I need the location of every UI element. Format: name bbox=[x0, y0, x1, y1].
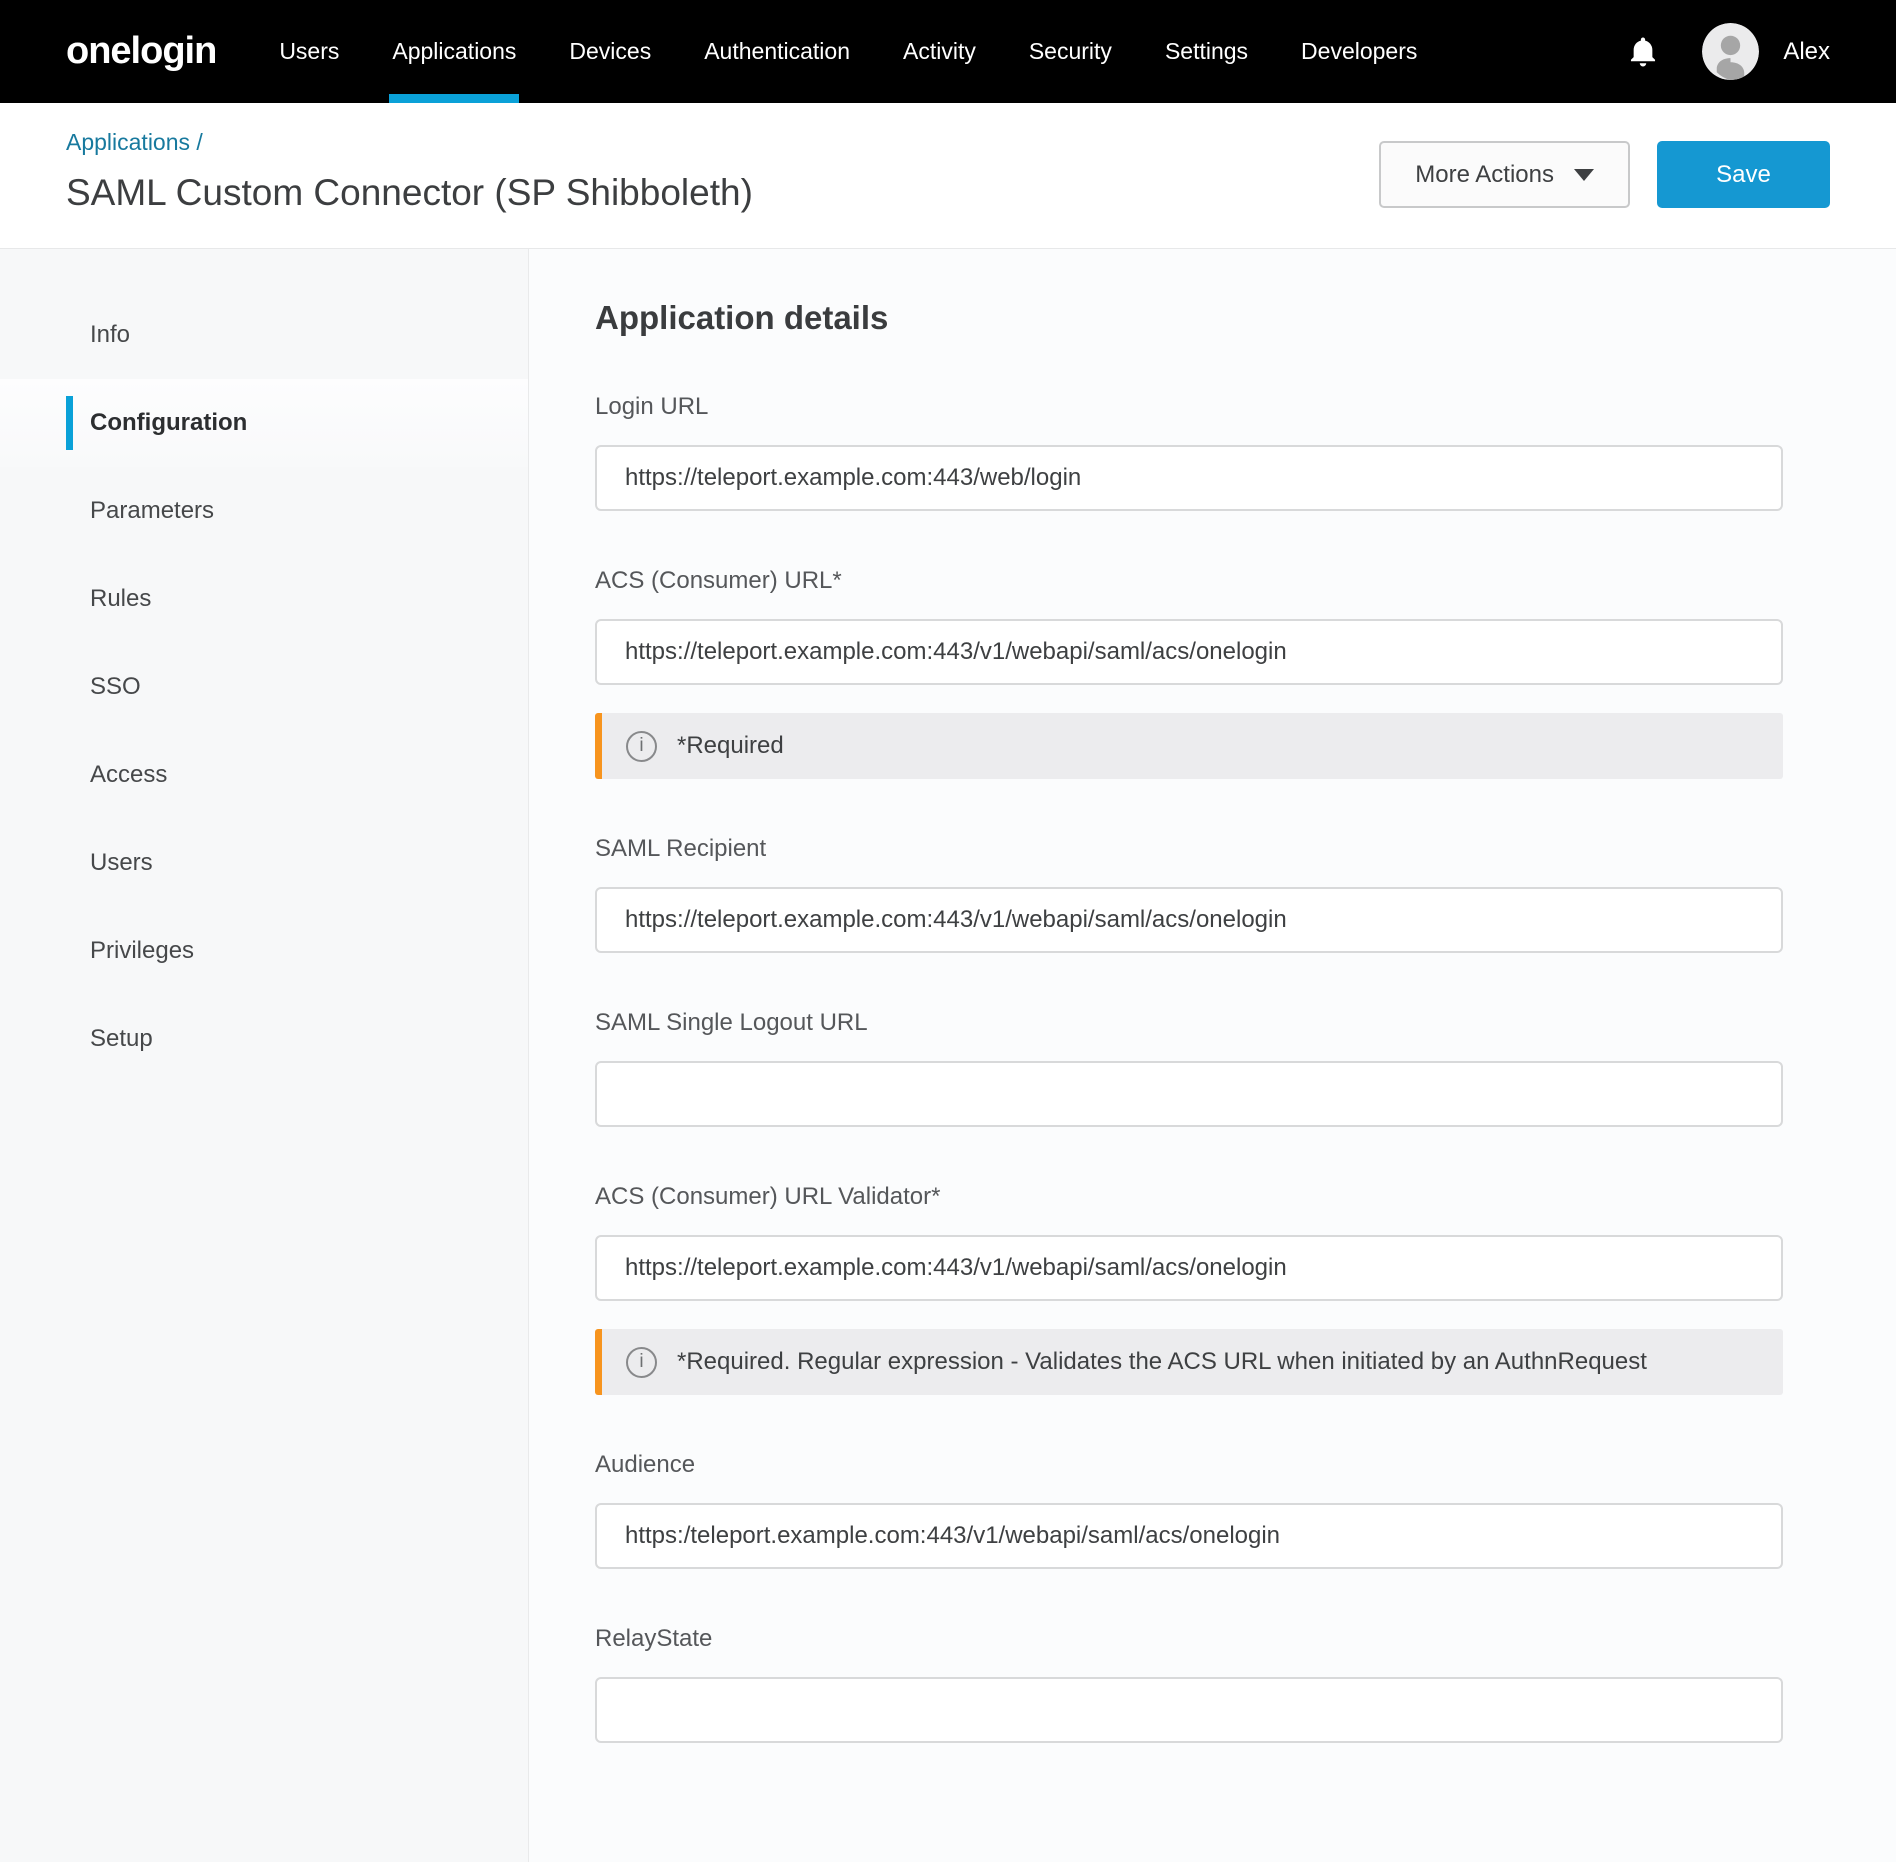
page-body: InfoConfigurationParametersRulesSSOAcces… bbox=[0, 248, 1896, 1862]
saml-single-logout-url-input[interactable] bbox=[595, 1061, 1783, 1127]
field-label: SAML Single Logout URL bbox=[595, 1009, 1783, 1037]
sidebar-item-info[interactable]: Info bbox=[0, 291, 528, 379]
field-relaystate: RelayState bbox=[595, 1625, 1783, 1743]
onelogin-logo[interactable]: onelogin bbox=[66, 30, 216, 73]
breadcrumb[interactable]: Applications / bbox=[66, 129, 203, 156]
field-acs-consumer-url-validator: ACS (Consumer) URL Validator* i *Required.… bbox=[595, 1183, 1783, 1395]
note-text: *Required bbox=[677, 732, 784, 760]
user-menu[interactable]: Alex bbox=[1702, 23, 1830, 80]
audience-input[interactable] bbox=[595, 1503, 1783, 1569]
info-circle-icon: i bbox=[626, 731, 657, 762]
top-navbar: onelogin Users Applications Devices Authent… bbox=[0, 0, 1896, 103]
field-label: Audience bbox=[595, 1451, 1783, 1479]
field-label: RelayState bbox=[595, 1625, 1783, 1653]
more-actions-button[interactable]: More Actions bbox=[1379, 141, 1630, 208]
nav-item-users[interactable]: Users bbox=[276, 0, 342, 103]
nav-item-authentication[interactable]: Authentication bbox=[701, 0, 853, 103]
sidebar-item-parameters[interactable]: Parameters bbox=[0, 467, 528, 555]
sidebar-item-configuration[interactable]: Configuration bbox=[0, 379, 528, 467]
field-login-url: Login URL bbox=[595, 393, 1783, 511]
sidebar-item-setup[interactable]: Setup bbox=[0, 995, 528, 1083]
nav-item-settings[interactable]: Settings bbox=[1162, 0, 1251, 103]
primary-nav: Users Applications Devices Authentication Ac… bbox=[276, 0, 1420, 103]
nav-item-applications[interactable]: Applications bbox=[389, 0, 519, 103]
main-content: Application details Login URL ACS (Consum… bbox=[529, 249, 1896, 1862]
nav-item-security[interactable]: Security bbox=[1026, 0, 1115, 103]
acs-consumer-url-validator-input[interactable] bbox=[595, 1235, 1783, 1301]
relaystate-input[interactable] bbox=[595, 1677, 1783, 1743]
page-header: Applications / SAML Custom Connector (SP… bbox=[0, 103, 1896, 248]
sidebar-item-privileges[interactable]: Privileges bbox=[0, 907, 528, 995]
info-circle-icon: i bbox=[626, 1347, 657, 1378]
save-button[interactable]: Save bbox=[1657, 141, 1830, 208]
nav-item-devices[interactable]: Devices bbox=[566, 0, 654, 103]
field-label: SAML Recipient bbox=[595, 835, 1783, 863]
nav-item-activity[interactable]: Activity bbox=[900, 0, 979, 103]
section-heading: Application details bbox=[595, 299, 1830, 337]
sidebar-item-users[interactable]: Users bbox=[0, 819, 528, 907]
note-text: *Required. Regular expression - Validate… bbox=[677, 1348, 1647, 1376]
settings-sidebar: InfoConfigurationParametersRulesSSOAcces… bbox=[0, 249, 529, 1862]
user-name[interactable]: Alex bbox=[1783, 38, 1830, 66]
login-url-input[interactable] bbox=[595, 445, 1783, 511]
notifications-bell-icon[interactable] bbox=[1626, 35, 1660, 69]
sidebar-item-rules[interactable]: Rules bbox=[0, 555, 528, 643]
nav-right: Alex bbox=[1626, 23, 1830, 80]
field-audience: Audience bbox=[595, 1451, 1783, 1569]
sidebar-item-access[interactable]: Access bbox=[0, 731, 528, 819]
user-avatar[interactable] bbox=[1702, 23, 1759, 80]
field-saml-recipient: SAML Recipient bbox=[595, 835, 1783, 953]
field-label: ACS (Consumer) URL Validator* bbox=[595, 1183, 1783, 1211]
required-note: i *Required. Regular expression - Validat… bbox=[595, 1329, 1783, 1395]
field-label: Login URL bbox=[595, 393, 1783, 421]
application-details-form: Login URL ACS (Consumer) URL* i *Required SA… bbox=[595, 393, 1830, 1743]
header-actions: More Actions Save bbox=[1379, 141, 1830, 208]
required-note: i *Required bbox=[595, 713, 1783, 779]
saml-recipient-input[interactable] bbox=[595, 887, 1783, 953]
caret-down-icon bbox=[1574, 169, 1594, 181]
acs-consumer-url-input[interactable] bbox=[595, 619, 1783, 685]
field-acs-consumer-url: ACS (Consumer) URL* i *Required bbox=[595, 567, 1783, 779]
nav-item-developers[interactable]: Developers bbox=[1298, 0, 1420, 103]
field-label: ACS (Consumer) URL* bbox=[595, 567, 1783, 595]
sidebar-item-sso[interactable]: SSO bbox=[0, 643, 528, 731]
field-saml-single-logout-url: SAML Single Logout URL bbox=[595, 1009, 1783, 1127]
more-actions-label: More Actions bbox=[1415, 161, 1554, 189]
